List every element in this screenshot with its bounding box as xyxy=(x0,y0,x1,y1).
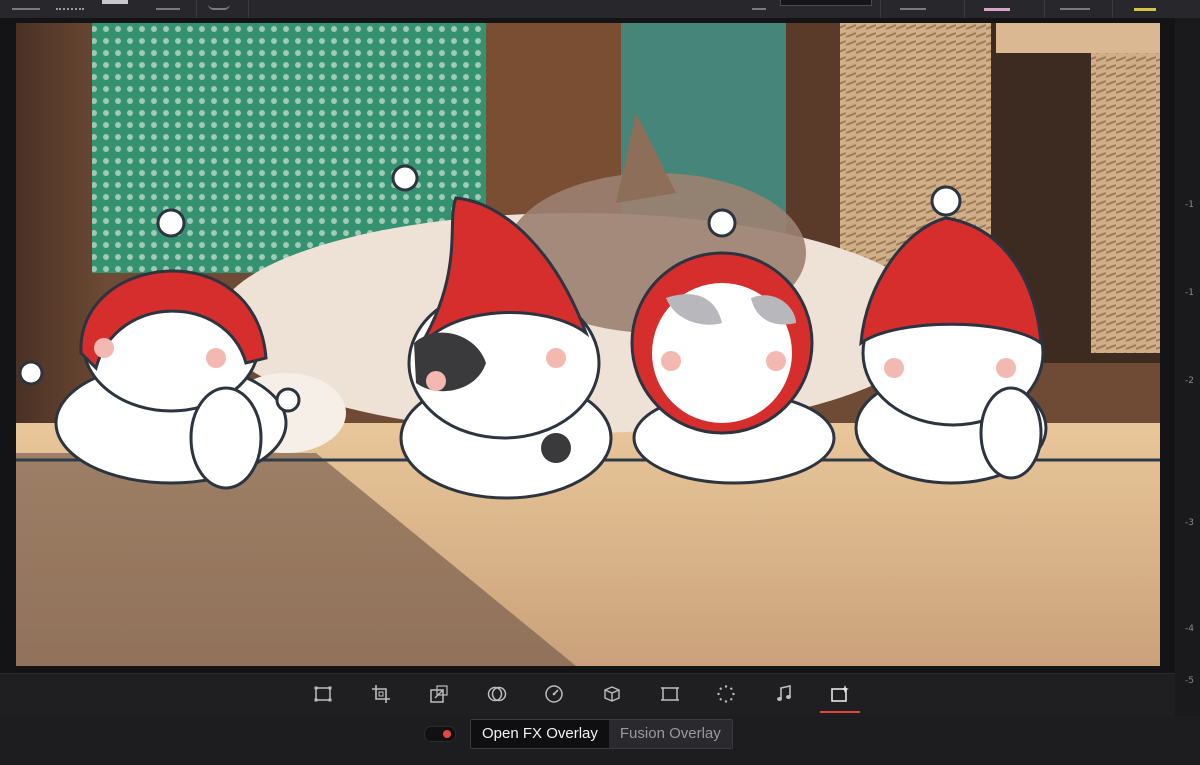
overlay-bar: Open FX Overlay Fusion Overlay xyxy=(0,716,1200,765)
fx-overlay-button[interactable] xyxy=(820,680,860,713)
toolbar-divider xyxy=(248,0,249,18)
dots-circle-icon xyxy=(717,685,735,703)
toolbar-divider xyxy=(1112,0,1113,18)
top-toolbar xyxy=(0,0,1200,19)
timecode-field[interactable] xyxy=(780,0,872,6)
open-fx-overlay-tab[interactable]: Open FX Overlay xyxy=(471,720,609,748)
dynamic-zoom-button[interactable] xyxy=(419,680,459,708)
fusion-overlay-tab[interactable]: Fusion Overlay xyxy=(608,720,732,748)
effects-button[interactable] xyxy=(706,680,746,708)
music-note-icon xyxy=(777,685,791,701)
viewer-layout-button[interactable] xyxy=(12,0,40,10)
crop-tool-button[interactable] xyxy=(361,680,401,708)
viewer-options-button[interactable] xyxy=(900,0,926,10)
ruler-label: -1 xyxy=(1185,200,1194,210)
composite-button[interactable] xyxy=(477,680,517,708)
fx-sparkle-icon xyxy=(831,685,849,702)
speed-button[interactable] xyxy=(534,680,574,708)
toggle-indicator-dot xyxy=(443,730,451,738)
transform-icon xyxy=(314,686,332,702)
transform-tool-button[interactable] xyxy=(303,680,343,708)
composite-icon xyxy=(487,686,507,702)
crop-icon xyxy=(372,685,390,703)
viewer xyxy=(0,18,1175,673)
toolbar-divider xyxy=(1044,0,1045,18)
right-ruler: -1 -1 -2 -3 -4 -5 xyxy=(1175,18,1200,718)
audio-button[interactable] xyxy=(764,680,804,708)
color-chip-button[interactable] xyxy=(984,0,1010,11)
cube-icon xyxy=(604,686,620,702)
toolbar-divider xyxy=(880,0,881,18)
aspect-button[interactable] xyxy=(102,0,128,4)
inspector-tool-bar xyxy=(0,673,1175,717)
viewer-image[interactable] xyxy=(16,23,1160,666)
ruler-label: -3 xyxy=(1185,518,1194,528)
nav-arrows-button[interactable] xyxy=(1060,0,1090,10)
audio-icon[interactable] xyxy=(752,0,766,10)
overlay-segmented-control: Open FX Overlay Fusion Overlay xyxy=(470,719,733,749)
ruler-label: -1 xyxy=(1185,288,1194,298)
speed-gauge-icon xyxy=(545,685,563,703)
stabilization-button[interactable] xyxy=(592,680,632,708)
overlay-toggle[interactable] xyxy=(424,726,456,742)
toolbar-divider xyxy=(196,0,197,18)
split-view-button[interactable] xyxy=(156,0,180,10)
frame-icon xyxy=(661,687,679,701)
lens-correction-button[interactable] xyxy=(650,680,690,708)
ruler-label: -4 xyxy=(1185,624,1194,634)
dynamic-zoom-icon xyxy=(430,685,448,703)
magic-icon[interactable] xyxy=(1134,0,1156,11)
dotted-grid-button[interactable] xyxy=(56,0,84,10)
ruler-label: -2 xyxy=(1185,376,1194,386)
toolbar-divider xyxy=(964,0,965,18)
ruler-label: -5 xyxy=(1185,676,1194,686)
loop-icon[interactable] xyxy=(208,0,230,10)
